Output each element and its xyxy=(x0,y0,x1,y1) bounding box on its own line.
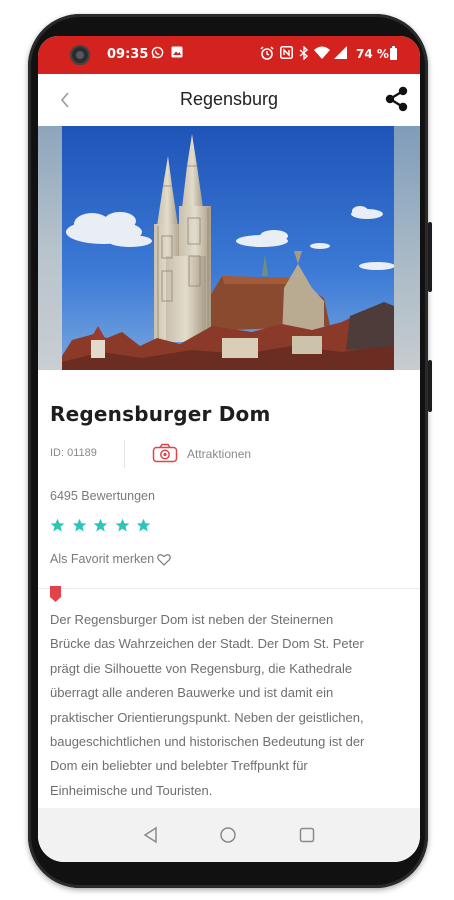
front-camera xyxy=(70,45,90,65)
poi-description: Der Regensburger Dom ist neben der Stein… xyxy=(50,608,410,803)
signal-icon xyxy=(334,46,347,59)
description-line: baugeschichtlichen und historischen Bede… xyxy=(50,734,365,750)
status-bar: 09:35 74 % xyxy=(38,36,420,74)
description-line: Dom ein beliebter und belebter Treffpunk… xyxy=(50,758,308,774)
system-nav-bar xyxy=(38,808,420,862)
nav-back-icon[interactable] xyxy=(142,826,160,844)
alarm-icon xyxy=(260,46,274,60)
whatsapp-icon xyxy=(151,46,164,59)
hero-edge-right xyxy=(394,126,420,370)
description-line: Brücke das Wahrzeichen der Stadt. Der Do… xyxy=(50,636,364,652)
description-line: praktischer Orientierungspunkt. Neben de… xyxy=(50,709,364,725)
description-line: Einheimische und Touristen. xyxy=(50,782,213,798)
volume-button xyxy=(428,222,432,292)
wifi-icon xyxy=(314,46,330,59)
cathedral-photo xyxy=(62,126,394,370)
favorite-button[interactable]: Als Favorit merken xyxy=(50,552,172,566)
heart-icon xyxy=(157,553,172,566)
nav-recents-icon[interactable] xyxy=(299,827,315,843)
nav-home-icon[interactable] xyxy=(219,826,237,844)
poi-title: Regensburger Dom xyxy=(50,402,271,426)
hero-image[interactable] xyxy=(38,126,420,370)
star-icon xyxy=(50,518,65,532)
description-line: prägt die Silhouette von Regensburg, die… xyxy=(50,660,353,676)
poi-id: ID: 01189 xyxy=(50,447,97,459)
battery-icon xyxy=(390,46,397,60)
camera-icon xyxy=(152,443,178,463)
battery-percent: 74 % xyxy=(356,47,389,61)
rating-stars xyxy=(50,518,153,536)
meta-divider xyxy=(124,440,125,468)
bookmark-marker-icon xyxy=(50,586,61,602)
status-time: 09:35 xyxy=(107,47,149,62)
hero-edge-left xyxy=(38,126,62,370)
app-bar: Regensburg xyxy=(38,74,420,126)
power-button xyxy=(428,360,432,412)
description-line: Der Regensburger Dom ist neben der Stein… xyxy=(50,612,334,627)
nfc-icon xyxy=(280,46,293,59)
page-title: Regensburg xyxy=(179,89,279,109)
star-icon xyxy=(72,518,86,532)
share-icon[interactable] xyxy=(382,84,412,114)
favorite-label: Als Favorit merken xyxy=(50,552,155,566)
star-icon xyxy=(93,518,108,532)
description-line: überragt alle anderen Bauwerke und ist d… xyxy=(50,685,334,701)
screen: 09:35 74 % Regensburg Regensburger Dom I… xyxy=(38,36,420,862)
poi-category[interactable]: Attraktionen xyxy=(187,447,251,461)
section-divider xyxy=(38,588,420,589)
star-icon xyxy=(137,518,151,532)
star-icon xyxy=(115,518,130,532)
review-count[interactable]: 6495 Bewertungen xyxy=(50,489,155,503)
bluetooth-icon xyxy=(299,46,309,60)
image-icon xyxy=(171,46,183,58)
